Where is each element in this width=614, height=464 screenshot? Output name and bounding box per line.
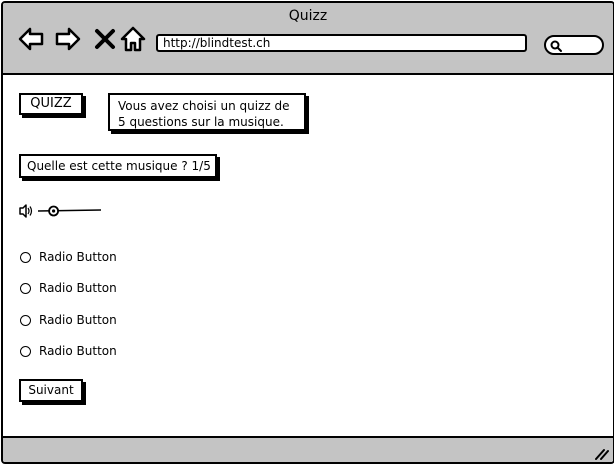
search-field[interactable] (544, 35, 604, 55)
window-title: Quizz (288, 8, 328, 24)
radio-circle-icon[interactable] (20, 345, 31, 357)
answer-option-label: Radio Button (39, 344, 117, 358)
answer-option-3[interactable]: Radio Button (20, 312, 117, 328)
answer-option-2[interactable]: Radio Button (20, 280, 117, 296)
quizz-button[interactable]: QUIZZ (19, 93, 83, 115)
resize-grip-icon[interactable] (593, 448, 609, 460)
answer-option-1[interactable]: Radio Button (20, 249, 117, 265)
answer-option-4[interactable]: Radio Button (20, 343, 117, 359)
audio-slider-knob-center (51, 209, 56, 213)
close-x-icon[interactable] (91, 25, 119, 53)
back-arrow-icon[interactable] (17, 25, 45, 53)
radio-circle-icon[interactable] (20, 282, 31, 294)
answer-option-label: Radio Button (39, 250, 117, 264)
answer-option-label: Radio Button (39, 281, 117, 295)
next-button[interactable]: Suivant (19, 379, 83, 402)
search-icon (550, 40, 562, 52)
browser-toolbar: Quizz http://blindtest.ch (3, 3, 613, 75)
answer-option-label: Radio Button (39, 313, 117, 327)
forward-arrow-icon[interactable] (54, 25, 82, 53)
quiz-info-message: Vous avez choisi un quizz de 5 questions… (108, 93, 306, 131)
home-icon[interactable] (119, 25, 147, 53)
audio-player[interactable] (19, 203, 103, 219)
question-label: Quelle est cette musique ? 1/5 (19, 154, 217, 178)
status-bar (3, 436, 613, 462)
address-bar[interactable]: http://blindtest.ch (156, 34, 527, 52)
browser-window: Quizz http://blindtest.ch QUIZZ Vous ave… (1, 1, 614, 464)
audio-track[interactable] (37, 209, 102, 212)
page-content: QUIZZ Vous avez choisi un quizz de 5 que… (3, 75, 613, 436)
radio-circle-icon[interactable] (20, 314, 31, 326)
radio-circle-icon[interactable] (20, 251, 31, 263)
speaker-icon[interactable] (19, 204, 33, 218)
